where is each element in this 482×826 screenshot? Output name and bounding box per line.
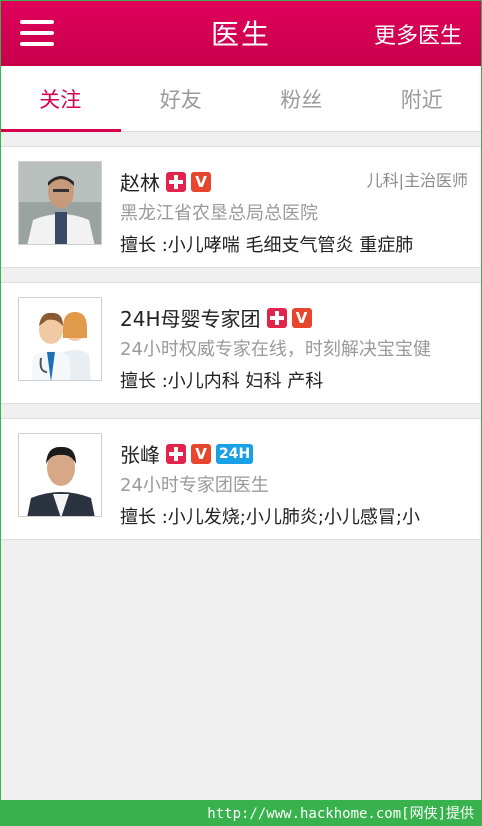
app-header: 医生 更多医生 [0,0,482,66]
page-title: 医生 [210,18,271,51]
doctor-specialty: 擅长 :小儿内科 妇科 产科 [120,371,324,392]
v-icon: V [291,307,312,328]
tab-friends[interactable]: 好友 [121,66,242,131]
watermark-bar: http://www.hackhome.com[网侠]提供 [0,800,482,826]
doctor-organization: 黑龙江省农垦总局总医院 [120,203,318,224]
doctor-organization: 24小时权威专家在线，时刻解决宝宝健 [120,339,431,360]
cross-icon [166,443,186,464]
v-icon: V [191,171,211,192]
avatar [18,433,102,517]
cross-icon [266,307,287,328]
doctor-specialty: 擅长 :小儿发烧;小儿肺炎;小儿感冒;小 [120,507,420,528]
v-icon: V [191,443,211,464]
cross-icon [166,171,186,192]
doctor-organization: 24小时专家团医生 [120,475,269,496]
tab-following[interactable]: 关注 [0,66,121,132]
doctor-name: 张峰 [120,443,160,467]
avatar [18,297,102,381]
more-doctors-button[interactable]: 更多医生 [374,18,462,50]
doctor-card[interactable]: 24H母婴专家团 V 24小时权威专家在线，时刻解决宝宝健 擅长 :小儿内科 妇… [0,282,482,404]
doctor-card[interactable]: 赵林 V 儿科|主治医师 黑龙江省农垦总局总医院 擅长 :小儿哮喘 毛细支气管炎… [0,146,482,268]
doctor-name: 24H母婴专家团 [120,307,261,331]
tab-nearby[interactable]: 附近 [362,66,482,131]
doctor-name: 赵林 [120,171,160,195]
doctor-list: 赵林 V 儿科|主治医师 黑龙江省农垦总局总医院 擅长 :小儿哮喘 毛细支气管炎… [0,146,482,554]
menu-icon[interactable] [20,20,54,46]
tab-fans[interactable]: 粉丝 [241,66,362,131]
avatar [18,161,102,245]
tab-bar: 关注 好友 粉丝 附近 [0,66,482,132]
doctor-card[interactable]: 张峰 V 24H 24小时专家团医生 擅长 :小儿发烧;小儿肺炎;小儿感冒;小 [0,418,482,540]
24h-icon: 24H [216,443,254,464]
doctor-specialty: 擅长 :小儿哮喘 毛细支气管炎 重症肺 [120,235,414,256]
doctor-role: 儿科|主治医师 [366,171,468,190]
